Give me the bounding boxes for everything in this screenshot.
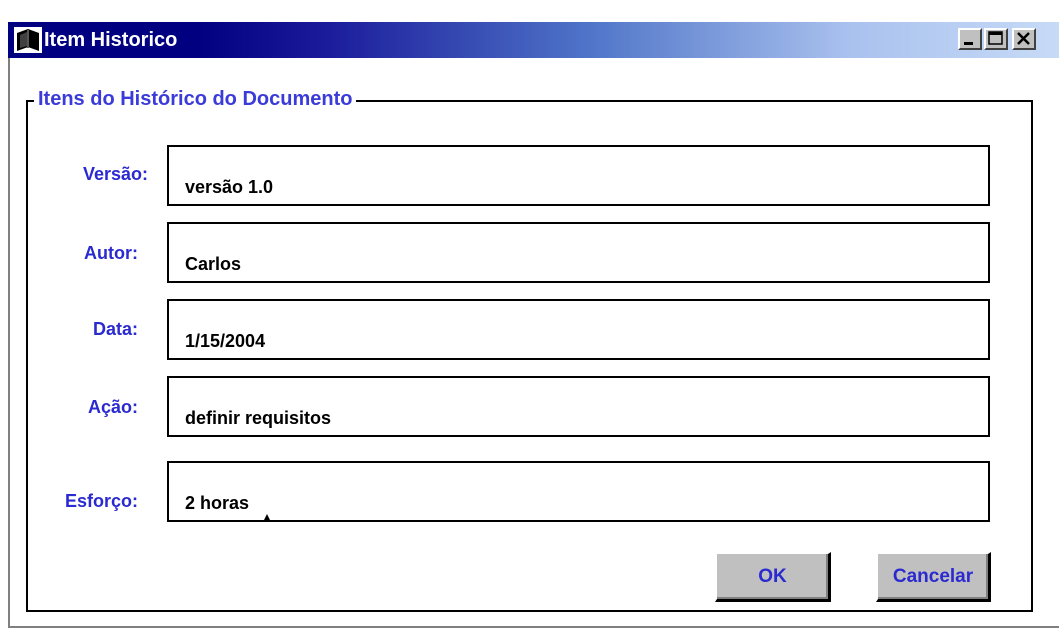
- version-label: Versão:: [82, 164, 148, 184]
- author-value: Carlos: [185, 254, 242, 274]
- version-value: versão 1.0: [185, 177, 274, 197]
- window-title: Item Historico: [44, 29, 178, 51]
- action-label: Ação:: [87, 397, 138, 417]
- action-value: definir requisitos: [185, 408, 332, 428]
- minimize-button[interactable]: [958, 28, 982, 50]
- book-icon: [14, 27, 42, 53]
- ok-button[interactable]: OK: [715, 552, 831, 602]
- date-value: 1/15/2004: [185, 331, 266, 351]
- minimize-icon: [964, 42, 973, 45]
- close-icon: [1017, 32, 1030, 45]
- date-field[interactable]: 1/15/2004: [167, 299, 990, 360]
- effort-field[interactable]: 2 horas: [167, 461, 990, 522]
- maximize-button[interactable]: [984, 28, 1008, 50]
- item-historico-window: Item Historico Itens do Histórico do Doc…: [0, 0, 1059, 628]
- author-label: Autor:: [84, 243, 138, 263]
- text-cursor-icon: [263, 514, 271, 522]
- version-field[interactable]: versão 1.0: [167, 145, 990, 206]
- effort-value: 2 horas: [185, 493, 250, 513]
- maximize-icon: [988, 31, 1003, 45]
- close-button[interactable]: [1012, 28, 1036, 50]
- groupbox-title: Itens do Histórico do Documento: [34, 86, 357, 112]
- effort-label: Esforço:: [64, 491, 138, 511]
- date-label: Data:: [92, 319, 138, 339]
- title-bar[interactable]: Item Historico: [8, 22, 1059, 58]
- author-field[interactable]: Carlos: [167, 222, 990, 283]
- action-field[interactable]: definir requisitos: [167, 376, 990, 437]
- cancel-button[interactable]: Cancelar: [876, 552, 991, 602]
